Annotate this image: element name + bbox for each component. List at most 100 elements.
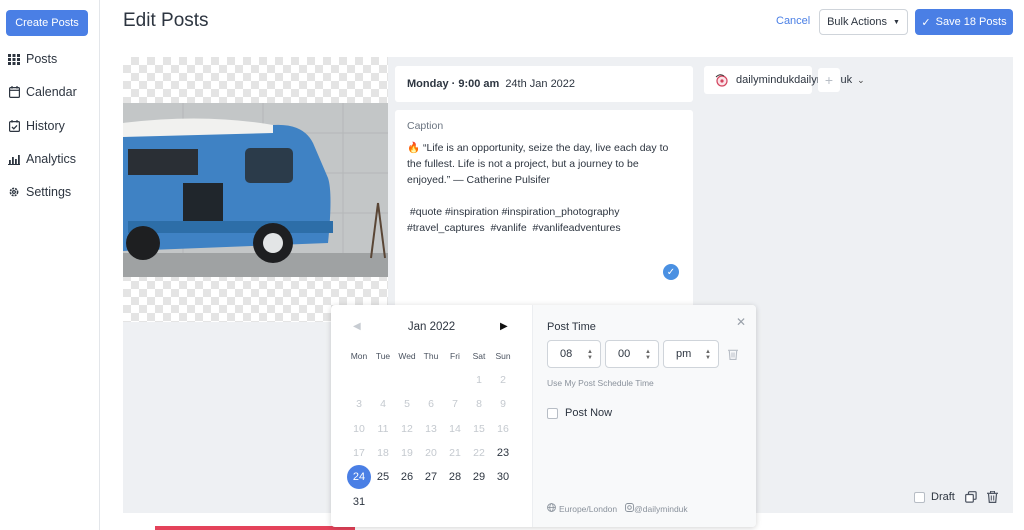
analytics-icon [8, 153, 20, 165]
calendar-day: 17 [353, 446, 365, 459]
hour-select[interactable]: 08 ▲ ▼ [547, 340, 601, 368]
draft-label: Draft [931, 491, 955, 503]
page-title: Edit Posts [123, 10, 209, 31]
calendar-day[interactable]: 31 [347, 490, 371, 514]
calendar-day: 12 [401, 422, 413, 435]
caret-down-icon: ▼ [892, 18, 900, 26]
caption-text[interactable]: 🔥 “Life is an opportunity, seize the day… [407, 140, 681, 236]
next-month-icon[interactable]: ▶ [500, 321, 508, 332]
sidebar: Create Posts Posts Calendar History Anal… [0, 0, 100, 530]
draft-toolbar: Draft [914, 491, 999, 503]
globe-icon [547, 503, 556, 514]
calendar-day: 2 [500, 374, 506, 386]
chevron-down-icon: ⌄ [857, 74, 865, 85]
cancel-link[interactable]: Cancel [776, 15, 810, 27]
instagram-icon [625, 503, 635, 514]
check-circle-icon: ✓ [663, 264, 679, 280]
weekday-label: Thu [423, 351, 439, 361]
save-posts-button[interactable]: ✓ Save 18 Posts [915, 9, 1013, 35]
calendar-day: 3 [356, 398, 362, 411]
calendar-day: 22 [473, 446, 485, 459]
schedule-popover: ◀ Jan 2022 ▶ Mon Tue Wed Thu Fri Sat Sun 1 2 3 4 5 6… [331, 305, 756, 527]
calendar-day[interactable]: 29 [467, 465, 491, 489]
calendar-day: 19 [401, 446, 413, 459]
ampm-value: pm [676, 348, 692, 360]
up-down-icon: ▲ ▼ [705, 349, 711, 361]
close-icon[interactable]: ✕ [736, 315, 746, 329]
calendar-day: 18 [377, 446, 389, 459]
bulk-actions-button[interactable]: Bulk Actions ▼ [819, 9, 908, 35]
calendar-day[interactable]: 28 [443, 465, 467, 489]
weekday-label: Mon [350, 351, 368, 361]
calendar-day: 10 [353, 422, 365, 435]
calendar-day[interactable]: 23 [491, 441, 515, 465]
use-schedule-time-link[interactable]: Use My Post Schedule Time [547, 378, 654, 388]
next-post-indicator [155, 526, 355, 530]
calendar-day: 1 [476, 374, 482, 386]
post-now-label: Post Now [565, 407, 613, 419]
post-now-checkbox[interactable] [547, 407, 558, 419]
calendar-icon [8, 86, 20, 98]
weekday-label: Wed [398, 351, 416, 361]
calendar-day: 14 [449, 422, 461, 435]
minute-value: 00 [618, 348, 631, 360]
calendar-day[interactable]: 27 [419, 465, 443, 489]
sidebar-item-label: Settings [26, 185, 72, 199]
calendar-day: 8 [476, 398, 482, 411]
sidebar-item-analytics[interactable]: Analytics [8, 149, 76, 169]
weekday-label: Sat [472, 351, 486, 361]
ampm-select[interactable]: pm ▲ ▼ [663, 340, 719, 368]
calendar-day: 9 [500, 398, 506, 411]
schedule-date-card[interactable]: Monday · 9:00 am 24th Jan 2022 [395, 66, 693, 102]
weekday-label: Sun [495, 351, 511, 361]
calendar-day: 21 [449, 446, 461, 459]
timezone-info: Europe/London @dailyminduk [547, 503, 688, 514]
save-posts-label: Save 18 Posts [935, 16, 1007, 28]
sidebar-item-label: Analytics [26, 152, 77, 166]
grid-icon [8, 53, 20, 65]
draft-checkbox[interactable] [914, 491, 925, 503]
time-picker: Post Time ✕ 08 ▲ ▼ 00 ▲ ▼ pm ▲ ▼ Use My Pos… [532, 305, 756, 527]
sidebar-item-label: History [26, 119, 65, 133]
account-avatar-icon [714, 72, 730, 88]
post-time-label: Post Time [547, 321, 596, 333]
calendar-day-selected[interactable]: 24 [347, 465, 371, 490]
sidebar-item-history[interactable]: History [8, 116, 65, 136]
create-posts-button[interactable]: Create Posts [6, 10, 88, 36]
calendar-day: 16 [497, 422, 509, 435]
up-down-icon: ▲ ▼ [587, 349, 593, 361]
calendar-day[interactable]: 26 [395, 465, 419, 489]
calendar-day: 4 [380, 398, 386, 411]
schedule-day-time: Monday · 9:00 am [407, 78, 500, 90]
account-selector[interactable]: dailymindukdailyminduk ⌄ [704, 66, 865, 94]
weekday-label: Tue [375, 351, 391, 361]
calendar-day[interactable]: 30 [491, 465, 515, 489]
weekday-label: Fri [450, 351, 460, 361]
caption-card[interactable]: Caption 🔥 “Life is an opportunity, seize… [395, 110, 693, 310]
caption-label: Caption [407, 120, 444, 132]
add-account-button[interactable]: + [818, 68, 840, 92]
bulk-actions-label: Bulk Actions [827, 16, 887, 28]
duplicate-icon[interactable] [964, 491, 977, 503]
calendar-day: 6 [428, 398, 434, 411]
calendar-day: 5 [404, 398, 410, 411]
schedule-date: 24th Jan 2022 [505, 78, 576, 90]
account-handle: @dailyminduk [634, 503, 688, 514]
calendar-day: 7 [452, 398, 458, 411]
sidebar-item-label: Posts [26, 52, 58, 66]
hour-value: 08 [560, 348, 573, 360]
trash-icon[interactable] [986, 491, 999, 503]
calendar-day: 20 [425, 446, 437, 459]
sidebar-item-label: Calendar [26, 85, 77, 99]
post-now-option[interactable]: Post Now [547, 407, 612, 419]
calendar-day[interactable]: 25 [371, 465, 395, 489]
calendar-day: 11 [377, 422, 389, 435]
sidebar-item-settings[interactable]: Settings [8, 182, 71, 202]
sidebar-item-posts[interactable]: Posts [8, 49, 57, 69]
minute-select[interactable]: 00 ▲ ▼ [605, 340, 659, 368]
history-icon [8, 120, 20, 132]
sidebar-item-calendar[interactable]: Calendar [8, 82, 77, 102]
clear-time-trash-icon[interactable] [728, 347, 740, 360]
gear-icon [8, 186, 20, 198]
post-image[interactable] [123, 103, 388, 277]
